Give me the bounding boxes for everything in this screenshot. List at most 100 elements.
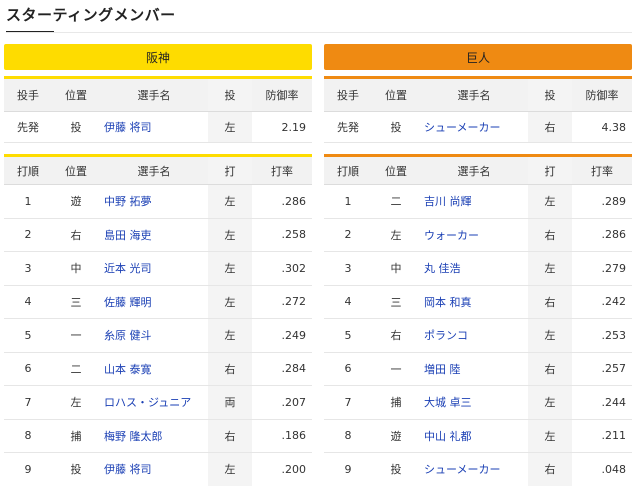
batting-average: .284 <box>252 352 312 386</box>
table-row: 先発 投 伊藤 将司 左 2.19 <box>4 111 312 143</box>
table-row: 7 捕大城 卓三左 .244 <box>324 385 632 420</box>
batting-hand: 左 <box>528 184 572 219</box>
batting-average: .253 <box>572 318 632 353</box>
player-link[interactable]: 吉川 尚輝 <box>420 184 528 219</box>
away-batting-order-table: 打順 位置 選手名 打 打率 1 二吉川 尚輝左 .289 2 左ウォーカー右 .286… <box>324 154 632 486</box>
position: 三 <box>372 285 420 319</box>
table-header-row: 投手 位置 選手名 投 防御率 <box>4 77 312 112</box>
batting-order-number: 4 <box>4 285 52 319</box>
player-link[interactable]: 増田 陸 <box>420 352 528 386</box>
player-link[interactable]: 中山 礼都 <box>420 419 528 453</box>
column-header: 選手名 <box>100 77 208 112</box>
position: 左 <box>52 385 100 420</box>
table-row: 5 一糸原 健斗左 .249 <box>4 318 312 353</box>
pitcher-role: 先発 <box>4 111 52 143</box>
batting-order-number: 8 <box>4 419 52 453</box>
player-link[interactable]: 伊藤 将司 <box>100 452 208 486</box>
position: 捕 <box>372 385 420 420</box>
position: 二 <box>372 184 420 219</box>
batting-order-number: 8 <box>324 419 372 453</box>
player-link[interactable]: 近本 光司 <box>100 251 208 286</box>
batting-average: .302 <box>252 251 312 286</box>
batting-average: .272 <box>252 285 312 319</box>
column-header: 投手 <box>4 77 52 112</box>
table-row: 8 遊中山 礼都左 .211 <box>324 419 632 453</box>
player-link[interactable]: ポランコ <box>420 318 528 353</box>
batting-average: .249 <box>252 318 312 353</box>
position: 投 <box>52 452 100 486</box>
batting-hand: 左 <box>208 318 252 353</box>
batting-average: .286 <box>572 218 632 252</box>
batting-hand: 両 <box>208 385 252 420</box>
player-link[interactable]: 中野 拓夢 <box>100 184 208 219</box>
position: 中 <box>372 251 420 286</box>
column-header: 投 <box>208 77 252 112</box>
player-link[interactable]: 梅野 隆太郎 <box>100 419 208 453</box>
column-header: 打率 <box>572 155 632 185</box>
batting-order-number: 6 <box>4 352 52 386</box>
batting-average: .242 <box>572 285 632 319</box>
batting-average: .279 <box>572 251 632 286</box>
batting-order-number: 3 <box>4 251 52 286</box>
table-row: 3 中近本 光司左 .302 <box>4 251 312 286</box>
column-header: 選手名 <box>420 155 528 185</box>
table-header-row: 打順 位置 選手名 打 打率 <box>4 155 312 185</box>
player-link[interactable]: ウォーカー <box>420 218 528 252</box>
batting-average: .286 <box>252 184 312 219</box>
era-value: 4.38 <box>572 111 632 143</box>
column-header: 打順 <box>4 155 52 185</box>
batting-order-number: 7 <box>324 385 372 420</box>
position: 左 <box>372 218 420 252</box>
table-row: 1 二吉川 尚輝左 .289 <box>324 184 632 219</box>
page-title: スターティングメンバー <box>6 6 176 24</box>
player-link[interactable]: 糸原 健斗 <box>100 318 208 353</box>
home-team-header: 阪神 <box>4 44 312 70</box>
batting-order-number: 3 <box>324 251 372 286</box>
table-row: 3中丸 佳浩左 .279 <box>324 251 632 286</box>
batting-average: .048 <box>572 452 632 486</box>
player-link[interactable]: 佐藤 輝明 <box>100 285 208 319</box>
batting-hand: 右 <box>208 352 252 386</box>
player-link[interactable]: 島田 海吏 <box>100 218 208 252</box>
player-link[interactable]: 岡本 和真 <box>420 285 528 319</box>
batting-average: .244 <box>572 385 632 420</box>
batting-average: .258 <box>252 218 312 252</box>
table-row: 1 遊中野 拓夢左 .286 <box>4 184 312 219</box>
column-header: 打順 <box>324 155 372 185</box>
home-batting-order-table: 打順 位置 選手名 打 打率 1 遊中野 拓夢左 .286 2 右島田 海吏左 .258… <box>4 154 312 486</box>
position: 一 <box>52 318 100 353</box>
table-row: 7 左ロハス・ジュニア両 .207 <box>4 385 312 420</box>
batting-hand: 左 <box>528 419 572 453</box>
batting-order-number: 4 <box>324 285 372 319</box>
table-row: 2 左ウォーカー右 .286 <box>324 218 632 252</box>
column-header: 位置 <box>52 77 100 112</box>
batting-average: .289 <box>572 184 632 219</box>
away-team-panel: 巨人 投手 位置 選手名 投 防御率 先発 投 シューメーカー 右 4.38 打… <box>324 44 632 486</box>
player-link[interactable]: ロハス・ジュニア <box>100 385 208 420</box>
table-row: 2 右島田 海吏左 .258 <box>4 218 312 252</box>
batting-order-number: 1 <box>324 184 372 219</box>
batting-hand: 左 <box>528 318 572 353</box>
batting-order-number: 5 <box>324 318 372 353</box>
away-team-header: 巨人 <box>324 44 632 70</box>
player-link[interactable]: 山本 泰寛 <box>100 352 208 386</box>
player-link[interactable]: 丸 佳浩 <box>420 251 528 286</box>
column-header: 打率 <box>252 155 312 185</box>
position: 一 <box>372 352 420 386</box>
batting-hand: 左 <box>208 452 252 486</box>
home-team-panel: 阪神 投手 位置 選手名 投 防御率 先発 投 伊藤 将司 左 2.19 打順 … <box>4 44 312 486</box>
table-row: 6 一増田 陸右 .257 <box>324 352 632 386</box>
player-link[interactable]: シューメーカー <box>420 111 528 143</box>
batting-hand: 右 <box>528 218 572 252</box>
position: 遊 <box>372 419 420 453</box>
player-link[interactable]: シューメーカー <box>420 452 528 486</box>
batting-hand: 左 <box>528 251 572 286</box>
column-header: 防御率 <box>572 77 632 112</box>
batting-hand: 右 <box>528 352 572 386</box>
table-row: 9 投シューメーカー右 .048 <box>324 452 632 486</box>
batting-average: .200 <box>252 452 312 486</box>
player-link[interactable]: 大城 卓三 <box>420 385 528 420</box>
player-link[interactable]: 伊藤 将司 <box>100 111 208 143</box>
column-header: 位置 <box>372 77 420 112</box>
batting-hand: 左 <box>208 251 252 286</box>
